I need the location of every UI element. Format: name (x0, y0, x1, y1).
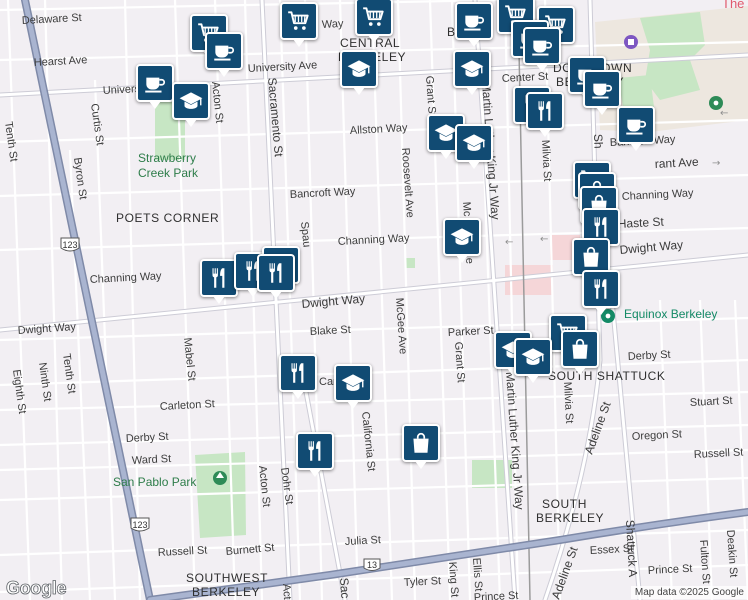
label-tyler: Tyler St (404, 575, 442, 589)
restaurant-marker[interactable] (526, 92, 564, 137)
map-attribution: Map data ©2025 Google (630, 586, 748, 599)
label-derby-left: Derby St (126, 431, 169, 445)
label-julia: Julia St (345, 534, 382, 548)
svg-text:→: → (712, 158, 720, 169)
label-durant: rant Ave (654, 155, 699, 171)
restaurant-icon (588, 276, 614, 302)
label-strawberry-1: Strawberry (138, 151, 196, 165)
restaurant-marker[interactable] (257, 254, 295, 299)
cafe-marker[interactable] (455, 2, 493, 47)
label-king: King St (446, 561, 460, 597)
restaurant-icon (588, 214, 614, 240)
google-logo[interactable]: Google (6, 578, 67, 599)
label-southwest-2: BERKELEY (192, 585, 260, 599)
label-milvia-bottom: Milvia St (561, 382, 575, 424)
label-san-pablo-park: San Pablo Park (113, 475, 197, 489)
school-marker[interactable] (334, 364, 372, 409)
svg-text:←: ← (505, 237, 513, 248)
school-marker[interactable] (514, 338, 552, 383)
school-icon (459, 56, 485, 82)
svg-text:13: 13 (367, 560, 377, 570)
restaurant-marker[interactable] (582, 270, 620, 315)
svg-text:←: ← (720, 108, 728, 119)
school-marker[interactable] (443, 218, 481, 263)
label-southwest-1: SOUTHWEST (186, 571, 268, 585)
grocery-icon (286, 8, 312, 34)
cafe-marker[interactable] (136, 64, 174, 109)
label-mckinley-top: Mc (460, 201, 473, 217)
cafe-icon (461, 8, 487, 34)
label-stuart: Stuart St (690, 395, 733, 409)
restaurant-marker[interactable] (200, 259, 238, 304)
label-ellis: Ellis St (470, 557, 484, 591)
label-act-bottom: Act (280, 583, 293, 600)
label-way-top: Way (322, 18, 345, 31)
label-sac-bottom: Sac (337, 577, 352, 599)
label-blake: Blake St (310, 324, 352, 338)
school-marker[interactable] (455, 124, 493, 169)
school-icon (340, 370, 366, 396)
label-haste: Haste St (617, 215, 664, 231)
label-ward: Ward St (132, 453, 172, 467)
corner-link[interactable]: The (722, 0, 744, 11)
cafe-marker[interactable] (583, 70, 621, 115)
shopping-bag-icon (578, 244, 604, 270)
school-icon (520, 344, 546, 370)
cafe-marker[interactable] (523, 27, 561, 72)
svg-text:123: 123 (132, 520, 147, 530)
label-milvia-top: Milvia St (539, 140, 553, 182)
cafe-icon (589, 76, 615, 102)
restaurant-marker[interactable] (279, 354, 317, 399)
label-derby-right: Derby St (628, 349, 671, 363)
restaurant-icon (532, 98, 558, 124)
label-south-berkeley-2: BERKELEY (536, 511, 604, 525)
shopping-bag-icon (567, 336, 593, 362)
school-marker[interactable] (453, 50, 491, 95)
map-canvas[interactable]: 123 123 13 Delaware St Hearst Ave Univer… (0, 0, 748, 600)
svg-text:←: ← (540, 234, 548, 245)
restaurant-marker[interactable] (296, 432, 334, 477)
label-prince-right: Prince St (648, 563, 693, 577)
label-prince-left: Prince St (474, 590, 519, 600)
cafe-icon (142, 70, 168, 96)
school-icon (461, 130, 487, 156)
school-marker[interactable] (172, 82, 210, 127)
label-south-berkeley-1: SOUTH (542, 497, 587, 511)
cafe-marker[interactable] (617, 106, 655, 151)
label-parker: Parker St (448, 325, 494, 339)
cafe-icon (529, 33, 555, 59)
label-south-shattuck: SOUTH SHATTUCK (548, 369, 666, 383)
cafe-icon (623, 112, 649, 138)
label-shattuck-bottom: Shattuck A (623, 519, 640, 577)
school-icon (178, 88, 204, 114)
grocery-marker[interactable] (280, 2, 318, 47)
grocery-icon (361, 4, 387, 30)
store-marker[interactable] (561, 330, 599, 375)
cafe-icon (211, 38, 237, 64)
shopping-bag-icon (408, 430, 434, 456)
restaurant-icon (206, 265, 232, 291)
label-center: Center St (502, 71, 549, 85)
label-poets-corner: POETS CORNER (116, 211, 219, 225)
label-strawberry-2: Creek Park (138, 166, 199, 180)
school-icon (346, 56, 372, 82)
cafe-marker[interactable] (205, 32, 243, 77)
school-icon (449, 224, 475, 250)
restaurant-icon (302, 438, 328, 464)
store-marker[interactable] (402, 424, 440, 469)
restaurant-icon (263, 260, 289, 286)
school-marker[interactable] (340, 50, 378, 95)
restaurant-icon (285, 360, 311, 386)
label-equinox: Equinox Berkeley (624, 307, 717, 321)
svg-text:123: 123 (62, 240, 77, 250)
grocery-marker[interactable] (355, 0, 393, 43)
label-shattuck-top: Sh (591, 134, 606, 149)
